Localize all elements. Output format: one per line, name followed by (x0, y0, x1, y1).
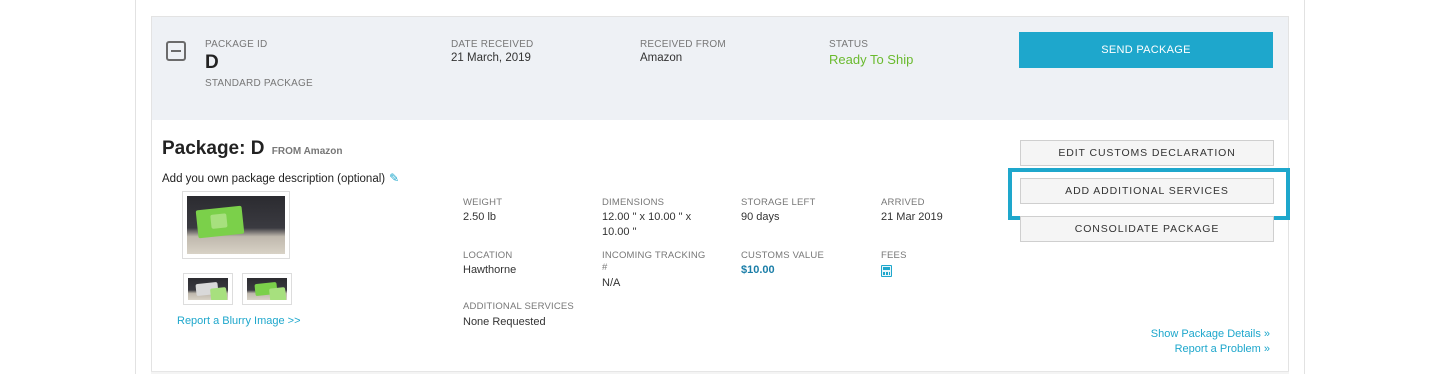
status-value: Ready To Ship (829, 52, 914, 67)
received-from: Amazon (640, 52, 683, 64)
package-from: FROM Amazon (271, 146, 343, 157)
description-prompt[interactable]: Add you own package description (optiona… (162, 171, 399, 185)
date-received-label: DATE RECEIVED (451, 39, 534, 50)
package-photo-thumb-1[interactable] (183, 273, 233, 305)
additional-services-value: None Requested (463, 316, 546, 328)
package-type: STANDARD PACKAGE (205, 78, 313, 89)
incoming-tracking-value: N/A (602, 277, 621, 289)
dimensions-value-line1: 12.00 " x 10.00 " x (602, 211, 692, 223)
package-id: D (205, 52, 219, 73)
customs-value-label: CUSTOMS VALUE (741, 250, 825, 261)
add-additional-services-button[interactable]: ADD ADDITIONAL SERVICES (1020, 178, 1274, 204)
location-label: LOCATION (463, 250, 513, 261)
status-label: STATUS (829, 39, 869, 50)
edit-customs-declaration-button[interactable]: EDIT CUSTOMS DECLARATION (1020, 140, 1274, 166)
collapse-icon[interactable] (166, 41, 186, 61)
package-summary: PACKAGE ID D STANDARD PACKAGE DATE RECEI… (152, 17, 1288, 120)
pencil-icon[interactable]: ✎ (389, 171, 399, 185)
show-package-details-link[interactable]: Show Package Details » (1151, 328, 1270, 340)
fees-label: FEES (881, 250, 907, 261)
consolidate-package-button[interactable]: CONSOLIDATE PACKAGE (1020, 216, 1274, 242)
package-title-text: Package: D (162, 138, 265, 159)
date-received: 21 March, 2019 (451, 52, 531, 64)
weight-label: WEIGHT (463, 197, 503, 208)
report-problem-link[interactable]: Report a Problem » (1175, 343, 1270, 355)
package-photo-main[interactable] (182, 191, 290, 259)
arrived-label: ARRIVED (881, 197, 925, 208)
report-blurry-image-link[interactable]: Report a Blurry Image >> (177, 315, 301, 327)
customs-value: $10.00 (741, 264, 775, 276)
storage-left-label: STORAGE LEFT (741, 197, 816, 208)
page: PACKAGE ID D STANDARD PACKAGE DATE RECEI… (0, 0, 1440, 374)
additional-services-label: ADDITIONAL SERVICES (463, 301, 574, 312)
package-card: PACKAGE ID D STANDARD PACKAGE DATE RECEI… (151, 16, 1290, 375)
location-value: Hawthorne (463, 264, 517, 276)
dimensions-value-line2: 10.00 " (602, 226, 637, 238)
weight-value: 2.50 lb (463, 211, 497, 223)
package-title: Package: D FROM Amazon (162, 138, 342, 160)
dimensions-label: DIMENSIONS (602, 197, 665, 208)
description-prompt-text: Add you own package description (optiona… (162, 173, 386, 185)
storage-left-value: 90 days (741, 211, 780, 223)
package-photo-thumb-2[interactable] (242, 273, 292, 305)
calculator-icon[interactable] (881, 265, 892, 277)
package-details: Package: D FROM Amazon Add you own packa… (152, 120, 1290, 375)
package-photo (187, 196, 285, 254)
thumb-photo-2 (247, 278, 287, 300)
arrived-value: 21 Mar 2019 (881, 211, 943, 223)
incoming-tracking-label: INCOMING TRACKING (602, 250, 706, 261)
thumb-photo-1 (188, 278, 228, 300)
package-id-label: PACKAGE ID (205, 39, 268, 50)
send-package-button[interactable]: SEND PACKAGE (1019, 32, 1273, 68)
received-from-label: RECEIVED FROM (640, 39, 726, 50)
incoming-tracking-label-hash: # (602, 262, 608, 273)
